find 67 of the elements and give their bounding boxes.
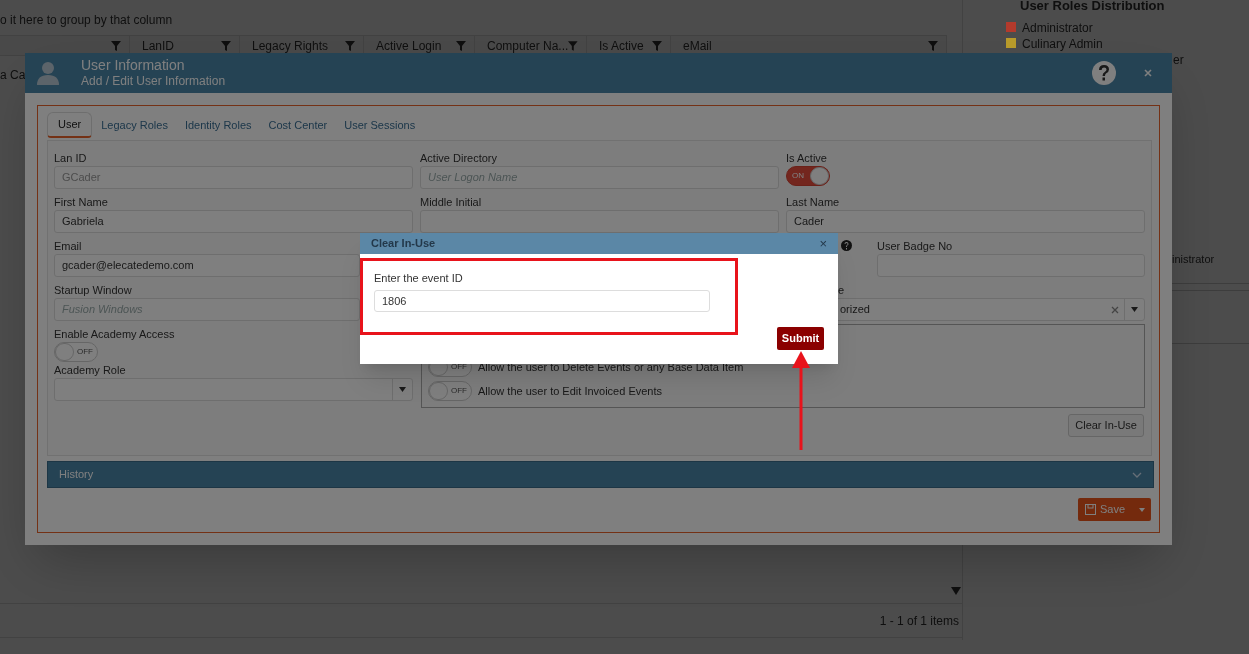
table-cell-text: a Ca	[0, 67, 26, 84]
dialog-subtitle: Add / Edit User Information	[81, 73, 226, 89]
field-label: Enable Academy Access	[54, 327, 175, 342]
save-label: Save	[1100, 502, 1126, 518]
select-value: orized	[839, 302, 871, 318]
clear-in-use-button[interactable]: Clear In-Use	[1068, 414, 1144, 437]
toggle-switch[interactable]: OFF	[54, 342, 98, 362]
toggle-switch[interactable]: OFF	[428, 381, 472, 401]
help-icon[interactable]	[841, 240, 852, 251]
filter-icon[interactable]	[928, 40, 938, 51]
tab[interactable]: Cost Center	[260, 112, 336, 138]
filter-icon[interactable]	[456, 40, 466, 51]
column-header[interactable]: Computer Na...	[487, 36, 569, 55]
tab[interactable]: User Sessions	[336, 112, 424, 138]
field-label: Is Active	[786, 151, 827, 166]
pager-info: 1 - 1 of 1 items	[879, 612, 959, 630]
tab[interactable]: Identity Roles	[176, 112, 260, 138]
field-label: Active Directory	[420, 151, 498, 166]
chart-title: User Roles Distribution	[1020, 0, 1165, 15]
field-label: First Name	[54, 195, 108, 210]
input-field[interactable]: Gabriela	[54, 210, 413, 233]
permission-label: Allow the user to Edit Invoiced Events	[478, 383, 663, 399]
scroll-down-icon[interactable]	[951, 587, 961, 595]
chart-label: inistrator	[1172, 252, 1215, 267]
toggle-switch[interactable]: ON	[786, 166, 830, 186]
filter-icon[interactable]	[652, 40, 662, 51]
save-icon	[1085, 504, 1096, 515]
field-label: e	[837, 283, 845, 298]
dialog-title: User Information	[81, 57, 186, 73]
submit-button[interactable]: Submit	[777, 327, 824, 350]
column-header[interactable]: Active Login	[376, 36, 442, 55]
tab[interactable]: User	[47, 112, 93, 138]
field-label: Startup Window	[54, 283, 132, 298]
filter-icon[interactable]	[221, 40, 231, 51]
input-field[interactable]: 1806	[374, 290, 710, 312]
column-header[interactable]: Legacy Rights	[252, 36, 329, 55]
legend-label: Culinary Admin	[1022, 36, 1103, 53]
field-label: Enter the event ID	[374, 271, 463, 286]
legend-label: Administrator	[1022, 20, 1093, 37]
tab[interactable]: Legacy Roles	[93, 112, 176, 138]
filter-icon[interactable]	[111, 40, 121, 51]
popup-title: Clear In-Use	[371, 236, 436, 252]
filter-icon[interactable]	[345, 40, 355, 51]
input-field[interactable]: gcader@elecatedemo.com	[54, 254, 360, 277]
field-label: Middle Initial	[420, 195, 482, 210]
field-label: Email	[54, 239, 82, 254]
chevron-down-icon[interactable]	[1132, 471, 1142, 478]
field-label: User Badge No	[877, 239, 953, 254]
field-label: Academy Role	[54, 363, 126, 378]
legend-label: er	[1173, 52, 1184, 69]
save-button[interactable]: Save	[1078, 498, 1151, 521]
user-avatar-icon	[37, 61, 59, 85]
field-label: Lan ID	[54, 151, 87, 166]
column-header[interactable]: LanID	[142, 36, 175, 55]
select-field[interactable]	[54, 378, 413, 401]
help-icon[interactable]	[1092, 61, 1116, 85]
close-icon[interactable]: ×	[819, 237, 827, 250]
history-title: History	[59, 467, 94, 483]
filter-icon[interactable]	[568, 40, 578, 51]
input-field[interactable]: Cader	[786, 210, 1145, 233]
close-icon[interactable]	[1144, 69, 1152, 77]
history-bar[interactable]: History	[47, 461, 1154, 488]
group-hint: o it here to group by that column	[0, 12, 173, 29]
caret-icon[interactable]	[1139, 507, 1145, 512]
field-label: Last Name	[786, 195, 840, 210]
column-header[interactable]: eMail	[683, 36, 712, 55]
input-field[interactable]	[420, 210, 779, 233]
